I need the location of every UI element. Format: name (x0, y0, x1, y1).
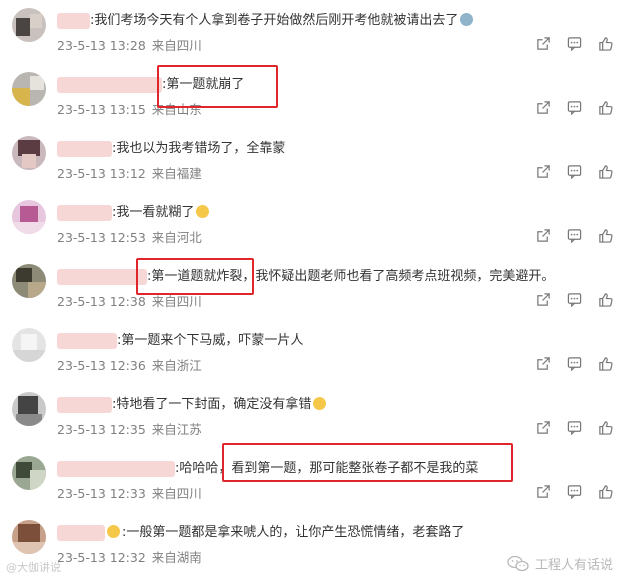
comment-location: 来自江苏 (151, 422, 202, 437)
comment-actions (536, 484, 613, 499)
username-blurred[interactable] (57, 13, 90, 29)
avatar[interactable] (12, 72, 46, 106)
avatar[interactable] (12, 264, 46, 298)
username-blurred[interactable] (57, 141, 112, 157)
username-blurred[interactable] (57, 269, 147, 285)
comment-icon[interactable] (567, 164, 582, 179)
emoji-icon (196, 205, 210, 218)
username-blurred[interactable] (57, 205, 112, 221)
avatar[interactable] (12, 456, 46, 490)
avatar[interactable] (12, 136, 46, 170)
highlight-box (157, 65, 278, 108)
comment-location: 来自河北 (151, 230, 202, 245)
username-blurred[interactable] (57, 525, 105, 541)
share-icon[interactable] (536, 164, 551, 179)
like-icon[interactable] (598, 36, 613, 51)
comment-item: :第一题就崩了 23-5-13 13:15 来自山东 (0, 64, 625, 128)
comment-location: 来自湖南 (151, 550, 202, 565)
watermark-right-text: 工程人有话说 (534, 558, 613, 573)
comment-text: :第一题来个下马威，吓蒙一片人 (117, 333, 304, 348)
comment-date: 23-5-13 12:38 (57, 294, 146, 309)
highlight-box (136, 258, 254, 295)
comment-item: :特地看了一下封面，确定没有拿错 23-5-13 12:35 来自江苏 (0, 384, 625, 448)
comment-actions (536, 420, 613, 435)
username-blurred[interactable] (57, 397, 112, 413)
username-blurred[interactable] (57, 461, 175, 477)
comment-date: 23-5-13 12:35 (57, 422, 146, 437)
comment-text: :我们考场今天有个人拿到卷子开始做然后刚开考他就被请出去了 (90, 13, 474, 29)
emoji-icon (460, 13, 474, 26)
highlight-box (222, 443, 513, 482)
share-icon[interactable] (536, 484, 551, 499)
watermark-right: 工程人有话说 (507, 554, 613, 573)
avatar[interactable] (12, 8, 46, 42)
comment-icon[interactable] (567, 420, 582, 435)
comment-meta: 23-5-13 13:12 来自福建 (57, 163, 208, 182)
avatar[interactable] (12, 328, 46, 362)
emoji-icon (313, 397, 327, 410)
comment-date: 23-5-13 13:28 (57, 38, 146, 53)
share-icon[interactable] (536, 36, 551, 51)
username-blurred[interactable] (57, 77, 162, 93)
comment-meta: 23-5-13 12:32 来自湖南 (57, 547, 208, 566)
comment-icon[interactable] (567, 100, 582, 115)
comment-actions (536, 164, 613, 179)
avatar[interactable] (12, 520, 46, 554)
comment-location: 来自福建 (151, 166, 202, 181)
comment-text: :特地看了一下封面，确定没有拿错 (112, 397, 327, 413)
comment-actions (536, 36, 613, 51)
emoji-icon (107, 525, 120, 538)
comment-meta: 23-5-13 12:36 来自浙江 (57, 355, 208, 374)
share-icon[interactable] (536, 100, 551, 115)
comment-item: :我也以为我考错场了，全靠蒙 23-5-13 13:12 来自福建 (0, 128, 625, 192)
comment-date: 23-5-13 12:33 (57, 486, 146, 501)
comment-item: :第一题来个下马威，吓蒙一片人 23-5-13 12:36 来自浙江 (0, 320, 625, 384)
like-icon[interactable] (598, 292, 613, 307)
comment-location: 来自四川 (151, 38, 202, 53)
comment-text: :一般第一题都是拿来唬人的，让你产生恐慌情绪，老套路了 (105, 525, 464, 541)
like-icon[interactable] (598, 164, 613, 179)
avatar[interactable] (12, 392, 46, 426)
comment-actions (536, 228, 613, 243)
comment-item: :我们考场今天有个人拿到卷子开始做然后刚开考他就被请出去了 23-5-13 13… (0, 0, 625, 64)
watermark-left: @大伽讲说 (6, 561, 61, 574)
comment-date: 23-5-13 12:36 (57, 358, 146, 373)
share-icon[interactable] (536, 292, 551, 307)
comment-text: :我一看就糊了 (112, 205, 210, 221)
comment-actions (536, 100, 613, 115)
comment-icon[interactable] (567, 228, 582, 243)
share-icon[interactable] (536, 420, 551, 435)
wechat-icon (507, 555, 529, 571)
comment-meta: 23-5-13 13:28 来自四川 (57, 35, 208, 54)
comment-date: 23-5-13 13:15 (57, 102, 146, 117)
comment-meta: 23-5-13 12:33 来自四川 (57, 483, 208, 502)
comment-icon[interactable] (567, 356, 582, 371)
share-icon[interactable] (536, 228, 551, 243)
comment-item: :我一看就糊了 23-5-13 12:53 来自河北 (0, 192, 625, 256)
comment-meta: 23-5-13 12:35 来自江苏 (57, 419, 208, 438)
like-icon[interactable] (598, 356, 613, 371)
comment-date: 23-5-13 12:53 (57, 230, 146, 245)
comment-icon[interactable] (567, 292, 582, 307)
comment-icon[interactable] (567, 36, 582, 51)
like-icon[interactable] (598, 228, 613, 243)
share-icon[interactable] (536, 356, 551, 371)
comment-location: 来自浙江 (151, 358, 202, 373)
like-icon[interactable] (598, 100, 613, 115)
comment-actions (536, 292, 613, 307)
avatar[interactable] (12, 200, 46, 234)
comment-date: 23-5-13 12:32 (57, 550, 146, 565)
comment-text: :我也以为我考错场了，全靠蒙 (112, 141, 286, 156)
username-blurred[interactable] (57, 333, 117, 349)
comment-item: :第一道题就炸裂，我怀疑出题老师也看了高频考点班视频，完美避开。 23-5-13… (0, 256, 625, 320)
comment-date: 23-5-13 13:12 (57, 166, 146, 181)
like-icon[interactable] (598, 484, 613, 499)
comment-location: 来自四川 (151, 486, 202, 501)
comment-meta: 23-5-13 12:53 来自河北 (57, 227, 208, 246)
comment-icon[interactable] (567, 484, 582, 499)
comment-actions (536, 356, 613, 371)
comment-location: 来自四川 (151, 294, 202, 309)
like-icon[interactable] (598, 420, 613, 435)
